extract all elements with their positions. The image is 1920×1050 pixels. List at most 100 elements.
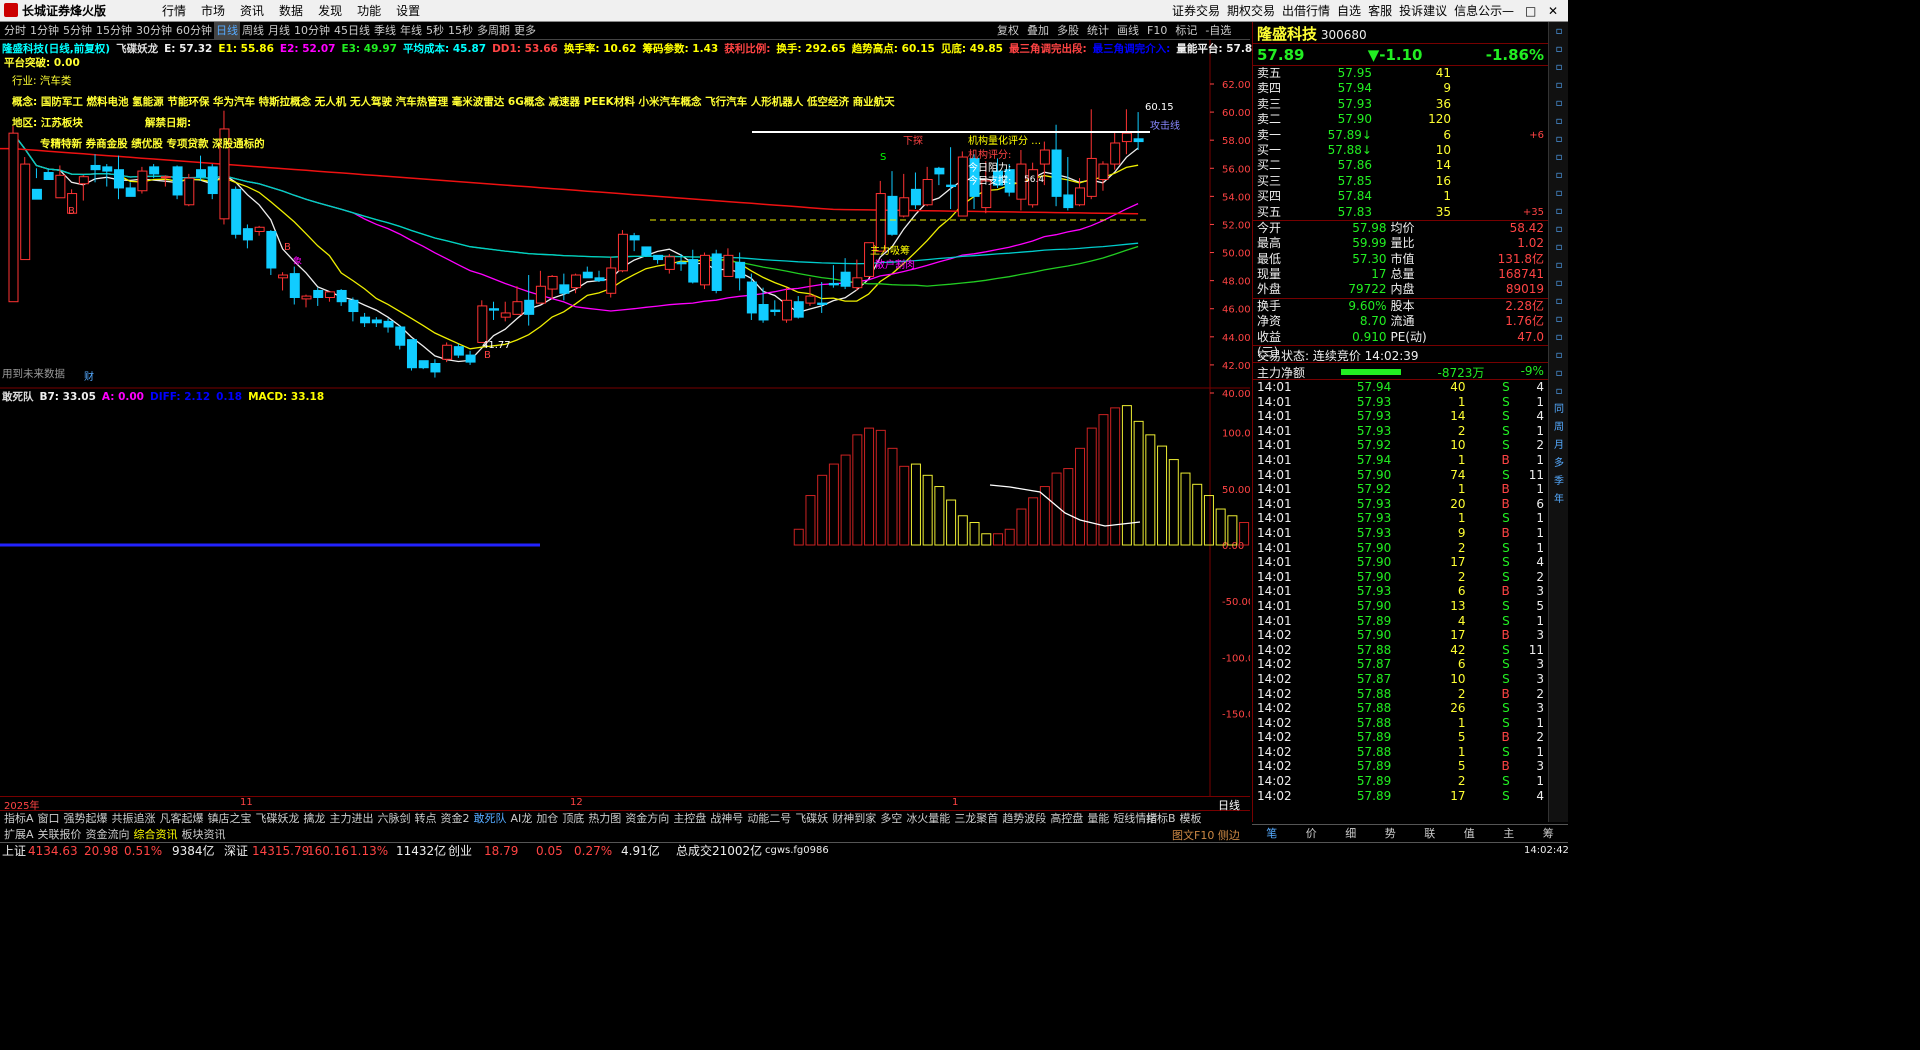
indicator-tab-12[interactable]: 敢死队 bbox=[472, 812, 509, 826]
quote-tab-4[interactable]: 联 bbox=[1410, 825, 1450, 842]
side-period-2[interactable]: 月 bbox=[1550, 438, 1568, 454]
period-13[interactable]: 5秒 bbox=[424, 22, 446, 40]
side-tool-icon[interactable]: ▫ bbox=[1550, 330, 1568, 346]
indicator-tab-0[interactable]: 指标A bbox=[2, 812, 36, 826]
period-11[interactable]: 季线 bbox=[372, 22, 398, 40]
indicator-tab-17[interactable]: 资金方向 bbox=[623, 812, 671, 826]
side-tool-icon[interactable]: ▫ bbox=[1550, 258, 1568, 274]
ext-tab-3[interactable]: 综合资讯 bbox=[132, 828, 180, 842]
menu-6[interactable]: 设置 bbox=[396, 0, 420, 22]
indicator-tab-15[interactable]: 顶底 bbox=[560, 812, 586, 826]
side-period-3[interactable]: 多 bbox=[1550, 456, 1568, 472]
side-tool-icon[interactable]: ▫ bbox=[1550, 114, 1568, 130]
side-tool-icon[interactable]: ▫ bbox=[1550, 384, 1568, 400]
chart-canvas[interactable]: 62.00 60.00 58.00 56.00 54.00 52.00 50.00 48.00… bbox=[0, 40, 1250, 796]
side-tool-icon[interactable]: ▫ bbox=[1550, 96, 1568, 112]
top-link-1[interactable]: 期权交易 bbox=[1227, 0, 1275, 22]
quote-tab-3[interactable]: 势 bbox=[1371, 825, 1411, 842]
side-period-0[interactable]: 同 bbox=[1550, 402, 1568, 418]
kline-chart-area[interactable]: 62.00 60.00 58.00 56.00 54.00 52.00 50.00 48.00… bbox=[0, 40, 1338, 796]
ext-tab-0[interactable]: 扩展A bbox=[2, 828, 36, 842]
indicator-tab-27[interactable]: 高控盘 bbox=[1048, 812, 1085, 826]
side-tool-icon[interactable]: ▫ bbox=[1550, 24, 1568, 40]
period-3[interactable]: 15分钟 bbox=[94, 22, 134, 40]
indicator-tab-3[interactable]: 共振追涨 bbox=[110, 812, 158, 826]
period-4[interactable]: 30分钟 bbox=[134, 22, 174, 40]
period-1[interactable]: 1分钟 bbox=[28, 22, 61, 40]
side-tool-icon[interactable]: ▫ bbox=[1550, 168, 1568, 184]
indicator-tab-19[interactable]: 战神号 bbox=[708, 812, 745, 826]
top-link-4[interactable]: 客服 bbox=[1368, 0, 1392, 22]
top-link-3[interactable]: 自选 bbox=[1337, 0, 1361, 22]
menu-5[interactable]: 功能 bbox=[357, 0, 381, 22]
close-button[interactable]: ✕ bbox=[1548, 0, 1558, 22]
minimize-button[interactable]: — bbox=[1502, 0, 1514, 22]
top-link-2[interactable]: 出借行情 bbox=[1282, 0, 1330, 22]
quote-tab-6[interactable]: 主 bbox=[1489, 825, 1529, 842]
toolbar-btn-7[interactable]: -自选 bbox=[1203, 22, 1233, 40]
quote-tab-1[interactable]: 价 bbox=[1292, 825, 1332, 842]
quote-tab-2[interactable]: 细 bbox=[1331, 825, 1371, 842]
side-period-4[interactable]: 季 bbox=[1550, 474, 1568, 490]
maximize-button[interactable]: □ bbox=[1525, 0, 1536, 22]
indicator-tab-23[interactable]: 多空 bbox=[878, 812, 904, 826]
indicator-tab-10[interactable]: 转点 bbox=[413, 812, 439, 826]
period-10[interactable]: 45日线 bbox=[332, 22, 372, 40]
indicator-tab-8[interactable]: 主力进出 bbox=[328, 812, 376, 826]
period-7[interactable]: 周线 bbox=[240, 22, 266, 40]
indicator-tab-13[interactable]: AI龙 bbox=[509, 812, 535, 826]
indicator-tab-5[interactable]: 镇店之宝 bbox=[206, 812, 254, 826]
ext-tab-4[interactable]: 板块资讯 bbox=[180, 828, 228, 842]
toolbar-btn-6[interactable]: 标记 bbox=[1173, 22, 1199, 40]
top-link-5[interactable]: 投诉建议 bbox=[1399, 0, 1447, 22]
period-2[interactable]: 5分钟 bbox=[61, 22, 94, 40]
side-tool-icon[interactable]: ▫ bbox=[1550, 204, 1568, 220]
menu-4[interactable]: 发现 bbox=[318, 0, 342, 22]
side-tool-icon[interactable]: ▫ bbox=[1550, 240, 1568, 256]
toolbar-btn-5[interactable]: F10 bbox=[1145, 22, 1169, 40]
indicator-tab-4[interactable]: 凡客起爆 bbox=[158, 812, 206, 826]
top-link-6[interactable]: 信息公示 bbox=[1454, 0, 1502, 22]
side-period-5[interactable]: 年 bbox=[1550, 492, 1568, 508]
side-tool-icon[interactable]: ▫ bbox=[1550, 60, 1568, 76]
menu-2[interactable]: 资讯 bbox=[240, 0, 264, 22]
indicator-tab-9[interactable]: 六脉剑 bbox=[376, 812, 413, 826]
indicator-tab-20[interactable]: 动能二号 bbox=[745, 812, 793, 826]
top-link-0[interactable]: 证券交易 bbox=[1172, 0, 1220, 22]
side-period-1[interactable]: 周 bbox=[1550, 420, 1568, 436]
side-tool-icon[interactable]: ▫ bbox=[1550, 222, 1568, 238]
indicator-tab-right-0[interactable]: 指标B bbox=[1144, 812, 1178, 826]
toolbar-btn-1[interactable]: 叠加 bbox=[1025, 22, 1051, 40]
indicator-tab-14[interactable]: 加仓 bbox=[534, 812, 560, 826]
side-tool-icon[interactable]: ▫ bbox=[1550, 132, 1568, 148]
indicator-tab-1[interactable]: 窗口 bbox=[36, 812, 62, 826]
side-tool-icon[interactable]: ▫ bbox=[1550, 294, 1568, 310]
ext-tab-1[interactable]: 关联报价 bbox=[36, 828, 84, 842]
tick-list[interactable]: 14:01 57.94 40 S 4 14:01 57.93 1 S 1 14:01 57.93 14 S… bbox=[1253, 380, 1548, 810]
indicator-tab-6[interactable]: 飞碟妖龙 bbox=[254, 812, 302, 826]
toolbar-btn-3[interactable]: 统计 bbox=[1085, 22, 1111, 40]
period-9[interactable]: 10分钟 bbox=[292, 22, 332, 40]
indicator-tab-16[interactable]: 热力图 bbox=[586, 812, 623, 826]
side-tool-icon[interactable]: ▫ bbox=[1550, 150, 1568, 166]
menu-3[interactable]: 数据 bbox=[279, 0, 303, 22]
side-tool-icon[interactable]: ▫ bbox=[1550, 312, 1568, 328]
indicator-tab-right-1[interactable]: 模板 bbox=[1178, 812, 1204, 826]
side-tool-icon[interactable]: ▫ bbox=[1550, 366, 1568, 382]
indicator-tab-21[interactable]: 飞碟妖 bbox=[793, 812, 830, 826]
side-tool-icon[interactable]: ▫ bbox=[1550, 276, 1568, 292]
side-tool-icon[interactable]: ▫ bbox=[1550, 348, 1568, 364]
period-6[interactable]: 日线 bbox=[214, 22, 240, 40]
indicator-tab-11[interactable]: 资金2 bbox=[439, 812, 472, 826]
period-16[interactable]: 更多 bbox=[512, 22, 538, 40]
indicator-tab-28[interactable]: 量能 bbox=[1085, 812, 1111, 826]
period-15[interactable]: 多周期 bbox=[475, 22, 512, 40]
period-12[interactable]: 年线 bbox=[398, 22, 424, 40]
side-tool-icon[interactable]: ▫ bbox=[1550, 186, 1568, 202]
toolbar-btn-2[interactable]: 多股 bbox=[1055, 22, 1081, 40]
quote-tab-7[interactable]: 筹 bbox=[1529, 825, 1569, 842]
side-tool-icon[interactable]: ▫ bbox=[1550, 42, 1568, 58]
indicator-tab-2[interactable]: 强势起爆 bbox=[62, 812, 110, 826]
period-0[interactable]: 分时 bbox=[2, 22, 28, 40]
indicator-tab-18[interactable]: 主控盘 bbox=[671, 812, 708, 826]
